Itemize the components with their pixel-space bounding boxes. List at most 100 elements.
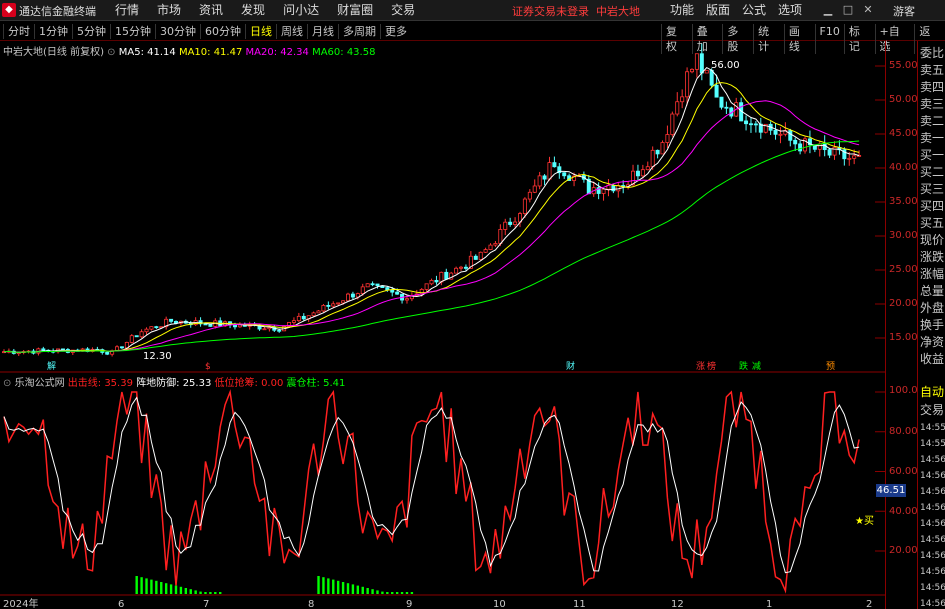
menu-function[interactable]: 功能 <box>664 2 700 19</box>
period-tab[interactable]: 60分钟 <box>200 24 245 39</box>
menu-ask[interactable]: 问小达 <box>274 2 328 19</box>
menu-layout[interactable]: 版面 <box>700 2 736 19</box>
sub-toggle-icon[interactable]: ⊙ <box>3 378 11 389</box>
legend-toggle-icon[interactable]: ⊙ <box>107 47 115 58</box>
menu-news[interactable]: 资讯 <box>190 2 232 19</box>
candle-body <box>793 139 798 145</box>
close-icon[interactable]: ✕ <box>861 3 875 17</box>
side-panel-item[interactable]: 买一 <box>920 146 944 163</box>
side-panel-item[interactable]: 14:56 <box>920 567 945 577</box>
period-tab[interactable]: 分时 <box>3 24 34 39</box>
side-panel-item[interactable]: 涨幅 <box>920 265 944 282</box>
side-panel-item[interactable]: 14:55 <box>920 423 945 433</box>
period-tab[interactable]: 30分钟 <box>155 24 200 39</box>
guest-label[interactable]: 游客 <box>893 3 915 19</box>
side-panel-item[interactable]: 卖四 <box>920 78 944 95</box>
period-tab-more[interactable]: 更多 <box>380 24 411 39</box>
menu-formula[interactable]: 公式 <box>736 2 772 19</box>
period-tab[interactable]: 1分钟 <box>34 24 72 39</box>
candle-body <box>640 169 645 177</box>
event-marker: 解 <box>47 360 56 372</box>
login-notice[interactable]: 证券交易未登录 中岩大地 <box>512 3 640 19</box>
candle-body <box>385 287 390 291</box>
menu-quotes[interactable]: 行情 <box>106 2 148 19</box>
candle-body <box>326 305 331 307</box>
side-panel-item[interactable]: 外盘 <box>920 299 944 316</box>
x-axis-label: 7 <box>203 599 209 609</box>
side-panel-item[interactable]: 14:56 <box>920 551 945 561</box>
osc-tick: 100.0 <box>889 385 918 396</box>
period-tab-daily[interactable]: 日线 <box>245 24 276 39</box>
right-menu: 功能 版面 公式 选项 <box>664 2 808 19</box>
side-panel-item[interactable]: 买四 <box>920 197 944 214</box>
x-axis-label: 9 <box>406 599 412 609</box>
candle-body <box>16 352 21 355</box>
side-panel-item[interactable]: 净资 <box>920 333 944 350</box>
shake-bar <box>400 592 404 594</box>
side-panel-item[interactable]: 14:56 <box>920 487 945 497</box>
period-tab[interactable]: 多周期 <box>338 24 380 39</box>
side-panel-item[interactable]: 自动 <box>920 383 944 400</box>
kline-chart[interactable]: 56.0012.30★买解 $ 财涨榜跌减预2024年 6 7 8 9 10 11 12 1 2 <box>0 41 885 609</box>
shake-bar <box>317 576 320 594</box>
side-panel-item[interactable]: 总量 <box>920 282 944 299</box>
side-panel-item[interactable]: 委比 <box>920 44 944 61</box>
menu-options[interactable]: 选项 <box>772 2 808 19</box>
shake-bar <box>327 578 330 594</box>
side-panel-item[interactable]: 14:56 <box>920 535 945 545</box>
side-panel-item[interactable]: 14:56 <box>920 599 945 609</box>
side-panel-item[interactable]: 卖三 <box>920 95 944 112</box>
event-marker: 减 <box>752 360 761 372</box>
candle-body <box>562 172 567 177</box>
ma60-value: MA60: 43.58 <box>312 47 376 58</box>
candle-body <box>395 291 400 295</box>
side-panel-item[interactable]: 买三 <box>920 180 944 197</box>
menu-wealth[interactable]: 财富圈 <box>328 2 382 19</box>
candle-body <box>527 191 532 200</box>
candle-body <box>375 283 380 287</box>
shake-bar <box>410 592 414 594</box>
side-panel-item[interactable]: 买五 <box>920 214 944 231</box>
candle-body <box>660 142 665 155</box>
shake-bar <box>351 584 355 594</box>
candle-body <box>296 315 301 322</box>
period-tab[interactable]: 5分钟 <box>72 24 110 39</box>
candle-body <box>704 69 709 74</box>
side-panel-item[interactable]: 卖二 <box>920 112 944 129</box>
minimize-icon[interactable]: ▁ <box>821 3 835 17</box>
side-panel-item[interactable]: 14:55 <box>920 439 945 449</box>
side-panel-item[interactable]: 14:56 <box>920 455 945 465</box>
side-panel-item[interactable]: 买二 <box>920 163 944 180</box>
side-panel-item[interactable]: 卖五 <box>920 61 944 78</box>
period-tab[interactable]: 周线 <box>276 24 307 39</box>
side-panel-item[interactable]: 收益 <box>920 350 944 367</box>
shake-bar <box>386 592 389 594</box>
shake-bar <box>366 588 369 594</box>
side-panel-item[interactable]: 14:56 <box>920 471 945 481</box>
side-panel-item[interactable]: 涨跌 <box>920 248 944 265</box>
candle-body <box>748 123 753 126</box>
event-marker: 榜 <box>707 360 716 372</box>
period-tab[interactable]: 月线 <box>307 24 338 39</box>
high-price-label: 56.00 <box>711 60 740 71</box>
menu-discover[interactable]: 发现 <box>232 2 274 19</box>
side-panel-item[interactable]: 现价 <box>920 231 944 248</box>
side-panel-item[interactable]: 交易 <box>920 401 944 418</box>
shake-bar <box>155 580 158 594</box>
sub-legend: ⊙ 乐淘公式网 出击线: 35.39 阵地防御: 25.33 低位抢筹: 0.0… <box>3 374 345 389</box>
title-bar: ◆ 通达信金融终端 行情 市场 资讯 发现 问小达 财富圈 交易 证券交易未登录… <box>0 0 945 21</box>
side-panel-item[interactable]: 换手 <box>920 316 944 333</box>
period-tab[interactable]: 15分钟 <box>110 24 155 39</box>
side-panel-item[interactable]: 14:56 <box>920 519 945 529</box>
candle-body <box>537 175 542 187</box>
app-logo-icon: ◆ <box>2 3 16 17</box>
event-marker: 跌 <box>739 361 748 372</box>
side-panel-item[interactable]: 卖一 <box>920 129 944 146</box>
candle-body <box>208 323 213 327</box>
side-panel-item[interactable]: 14:56 <box>920 583 945 593</box>
maximize-icon[interactable]: □ <box>841 3 855 17</box>
shake-bar <box>341 582 345 594</box>
side-panel-item[interactable]: 14:56 <box>920 503 945 513</box>
menu-trade[interactable]: 交易 <box>382 2 424 19</box>
menu-market[interactable]: 市场 <box>148 2 190 19</box>
